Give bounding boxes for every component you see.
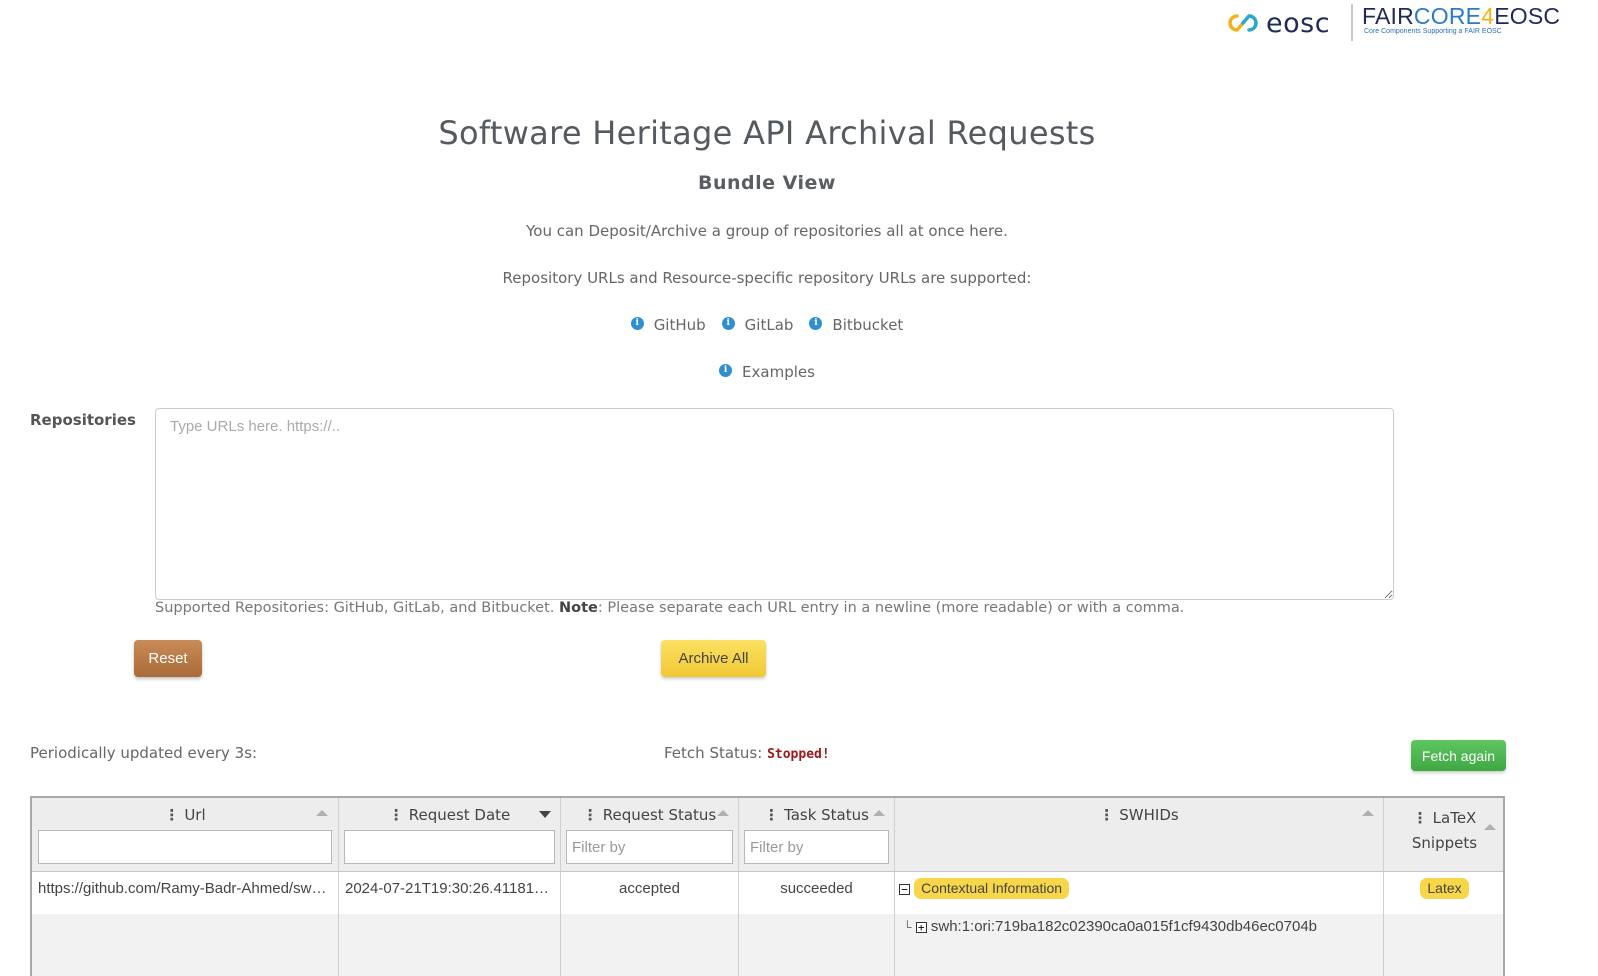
intro-text-1: You can Deposit/Archive a group of repos…: [526, 222, 1008, 240]
column-header-request-status[interactable]: ⋮ Request Status: [561, 798, 738, 872]
sort-asc-icon[interactable]: [1484, 824, 1496, 830]
column-menu-icon[interactable]: ⋮: [1413, 809, 1428, 827]
column-title-request-status: Request Status: [602, 806, 717, 824]
info-icon[interactable]: i: [719, 363, 733, 377]
column-header-swhids[interactable]: ⋮ SWHIDs: [895, 798, 1383, 872]
eosc-logo: eosc: [1226, 6, 1330, 40]
url-filter-input[interactable]: [38, 830, 332, 864]
page-title: Software Heritage API Archival Requests: [438, 114, 1096, 152]
info-icon[interactable]: i: [809, 316, 823, 330]
swhid-tree-row: └ + swh:1:ori:719ba182c02390ca0a015f1cf9…: [903, 918, 1317, 935]
provider-gitlab[interactable]: GitLab: [745, 316, 794, 334]
column-menu-icon[interactable]: ⋮: [1099, 806, 1114, 824]
sort-asc-icon[interactable]: [717, 810, 729, 816]
row-detail-band: [561, 914, 738, 976]
sort-asc-icon[interactable]: [1362, 810, 1374, 816]
fetch-status-label: Fetch Status:: [664, 744, 768, 762]
column-title-latex-line2: Snippets: [1411, 834, 1478, 852]
column-menu-icon[interactable]: ⋮: [764, 806, 779, 824]
faircore-logo-part4: EOSC: [1494, 3, 1561, 29]
page-subtitle: Bundle View: [698, 172, 836, 194]
helper-note-text: : Please separate each URL entry in a ne…: [597, 600, 1185, 616]
helper-supported-text: Supported Repositories: GitHub, GitLab, …: [155, 600, 555, 616]
column-swhids: ⋮ SWHIDs − Contextual Information └ + swh…: [895, 798, 1384, 976]
info-icon[interactable]: i: [630, 316, 644, 330]
expand-icon[interactable]: +: [915, 921, 927, 933]
column-request-date: ⋮ Request Date 2024-07-21T19:30:26.411814…: [339, 798, 561, 976]
latex-badge[interactable]: Latex: [1420, 878, 1469, 899]
row-detail-band: [739, 914, 894, 976]
column-menu-icon[interactable]: ⋮: [164, 806, 179, 824]
tree-branch-icon: └: [903, 920, 912, 934]
fetch-again-button[interactable]: Fetch again: [1411, 740, 1506, 771]
cell-request-status: accepted: [619, 880, 680, 897]
swhid-value[interactable]: swh:1:ori:719ba182c02390ca0a015f1cf9430d…: [931, 918, 1317, 935]
column-header-request-date[interactable]: ⋮ Request Date: [339, 798, 560, 872]
column-title-request-date: Request Date: [408, 806, 511, 824]
faircore-logo-part2: CORE: [1413, 3, 1482, 29]
info-icon[interactable]: i: [721, 316, 735, 330]
row-detail-band: [1384, 914, 1503, 976]
row-detail-band: └ + swh:1:ori:719ba182c02390ca0a015f1cf9…: [895, 914, 1383, 976]
column-menu-icon[interactable]: ⋮: [389, 806, 404, 824]
reset-button[interactable]: Reset: [134, 640, 202, 677]
periodic-update-text: Periodically updated every 3s:: [30, 744, 258, 762]
column-title-latex-line1: LaTeX: [1432, 809, 1477, 827]
eosc-logo-text: eosc: [1266, 7, 1331, 39]
cell-url[interactable]: https://github.com/Ramy-Badr-Ahmed/swh-c…: [32, 872, 338, 914]
repositories-textarea[interactable]: [155, 408, 1394, 600]
cell-task-status: succeeded: [780, 880, 853, 897]
faircore4eosc-logo: FAIRCORE4EOSC Core Components Supporting…: [1362, 3, 1560, 35]
requests-grid: ⋮ Url https://github.com/Ramy-Badr-Ahmed/…: [30, 796, 1505, 976]
intro-text-2: Repository URLs and Resource-specific re…: [502, 269, 1032, 287]
repositories-label: Repositories: [30, 411, 136, 429]
faircore-logo-part3: 4: [1481, 3, 1495, 29]
column-latex-snippets: ⋮ LaTeX Snippets Latex: [1384, 798, 1503, 976]
faircore-logo-part1: FAIR: [1362, 3, 1414, 29]
task-status-filter-input[interactable]: [744, 830, 889, 864]
provider-github[interactable]: GitHub: [654, 316, 706, 334]
column-title-url: Url: [184, 806, 206, 824]
column-task-status: ⋮ Task Status succeeded: [739, 798, 895, 976]
column-header-url[interactable]: ⋮ Url: [32, 798, 338, 872]
provider-bitbucket[interactable]: Bitbucket: [832, 316, 903, 334]
sort-desc-icon[interactable]: [539, 811, 551, 818]
sort-asc-icon[interactable]: [316, 810, 328, 816]
column-request-status: ⋮Request Status accepted: [561, 798, 739, 976]
row-detail-band: [32, 914, 338, 976]
examples-link[interactable]: Examples: [742, 363, 815, 381]
column-title-swhids: SWHIDs: [1119, 806, 1179, 824]
archive-all-button[interactable]: Archive All: [661, 640, 766, 677]
sort-asc-icon[interactable]: [873, 810, 885, 816]
logo-divider: [1351, 4, 1353, 41]
cell-request-date: 2024-07-21T19:30:26.411814+00:00: [345, 880, 560, 897]
row-detail-band: [339, 914, 560, 976]
fetch-status-value: Stopped!: [767, 747, 830, 762]
column-url: ⋮ Url https://github.com/Ramy-Badr-Ahmed/…: [32, 798, 339, 976]
providers-row: i GitHub i GitLab i Bitbucket: [0, 316, 1534, 334]
helper-text: Supported Repositories: GitHub, GitLab, …: [155, 600, 1184, 616]
faircore-tagline: Core Components Supporting a FAIR EOSC: [1364, 28, 1502, 35]
column-menu-icon[interactable]: ⋮: [583, 806, 598, 824]
examples-row: i Examples: [0, 363, 1534, 381]
cell-latex: Latex: [1384, 872, 1503, 914]
request-date-filter-input[interactable]: [344, 830, 555, 864]
column-header-latex[interactable]: ⋮ LaTeX Snippets: [1384, 798, 1503, 872]
column-header-task-status[interactable]: ⋮ Task Status: [739, 798, 894, 872]
cell-swhids: − Contextual Information: [895, 872, 1383, 914]
contextual-information-badge[interactable]: Contextual Information: [914, 878, 1070, 899]
eosc-infinity-icon: [1228, 14, 1258, 32]
request-status-filter-input[interactable]: [566, 830, 733, 864]
fetch-status: Fetch Status: Stopped!: [664, 744, 830, 762]
column-title-task-status: Task Status: [784, 806, 869, 824]
helper-note-label: Note: [559, 600, 598, 616]
collapse-icon[interactable]: −: [899, 883, 910, 895]
